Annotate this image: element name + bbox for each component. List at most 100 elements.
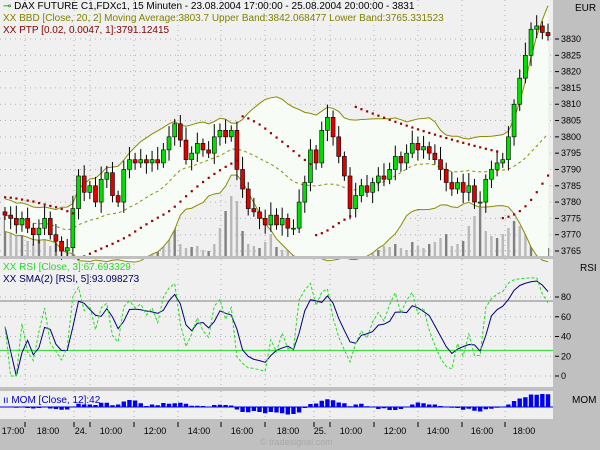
candle-body (342, 156, 347, 177)
sar-dot (241, 115, 244, 118)
sar-dot (496, 150, 499, 153)
mom-bar (53, 407, 59, 409)
mom-bar (449, 407, 455, 408)
candle-body (449, 182, 455, 190)
candle-body (404, 152, 409, 164)
mom-bar (48, 407, 53, 409)
sar-dot (128, 234, 131, 237)
rsi-tick-label: 0 (561, 371, 566, 381)
volume-bar (218, 228, 222, 256)
mom-bar (347, 406, 353, 407)
sar-dot (100, 247, 103, 250)
sar-dot (105, 245, 109, 248)
volume-bar (456, 244, 459, 256)
legend-mom[interactable]: ıı MOM [Close, 12]:42 (3, 395, 100, 407)
candle-body (217, 130, 223, 138)
price-tick-label: 3770 (561, 230, 581, 240)
volume-bar (280, 250, 284, 256)
candle-body (308, 149, 313, 183)
chart-window: 3765 3770 3775 3780 3785 3790 3795 3800 3805 3810… (0, 0, 600, 450)
volume-bar (450, 246, 454, 256)
price-tick-label: 3810 (561, 99, 581, 109)
candle-body (25, 218, 30, 229)
mom-bar (415, 402, 421, 407)
sar-dot (173, 205, 176, 208)
candle-body (477, 201, 483, 204)
sar-dot (179, 200, 182, 203)
mom-bar (132, 400, 138, 407)
volume-bar (473, 216, 476, 256)
sar-dot (399, 122, 403, 125)
rsi-panel-label: RSI (580, 263, 597, 274)
sar-dot (117, 239, 120, 243)
candle-body (438, 159, 443, 170)
legend-sma[interactable]: XX SMA(2) [RSI, 5]:93.098273 (3, 274, 139, 286)
price-tick-label: 3785 (561, 181, 581, 191)
volume-bar (49, 246, 52, 256)
legend-ptp[interactable]: XX PTP [0.02, 0.0047, 1]:3791.12415 (3, 25, 169, 37)
volume-bar (184, 248, 188, 256)
mom-bar (393, 407, 398, 410)
candle-body (234, 130, 240, 170)
legend-bbd[interactable]: XX BBD [Close, 20, 2] Moving Average:380… (3, 13, 444, 25)
sar-dot (60, 207, 63, 211)
sar-dot (20, 198, 24, 201)
sar-dot (32, 200, 35, 203)
mom-bar (489, 407, 494, 409)
candle-body (415, 143, 421, 151)
watermark: © tradesignal.com (260, 437, 333, 447)
rsi-text: RSI [Close, 3]:67.693329 (19, 262, 131, 273)
rsi-tick-label: 80 (561, 292, 571, 302)
candle-body (483, 178, 489, 203)
candle-body (387, 169, 392, 180)
candle-body (8, 214, 13, 219)
candle-body (245, 188, 251, 209)
candle-body (211, 136, 217, 154)
sar-dot (207, 176, 210, 179)
candle-body (70, 208, 76, 249)
rsi-prefix: XX (3, 262, 17, 273)
mom-bar (246, 407, 251, 413)
price-tick-label: 3820 (561, 67, 581, 77)
sar-dot (326, 229, 329, 232)
mom-text: MOM [Close, 12]:42 (11, 395, 101, 406)
candle-body (517, 77, 523, 105)
price-tick-label: 3800 (561, 132, 581, 142)
mom-bar (189, 405, 194, 407)
volume-bar (478, 201, 482, 256)
chart-canvas: 3765 3770 3775 3780 3785 3790 3795 3800 3805 3810… (0, 0, 581, 436)
volume-bar (512, 221, 516, 256)
candle-body (110, 172, 115, 196)
candle-body (251, 208, 257, 213)
candle-body (144, 159, 149, 164)
candle-body (161, 149, 166, 164)
candle-body (319, 130, 325, 164)
mom-bar (59, 407, 64, 410)
legend-rsi[interactable]: XX RSI [Close, 3]:67.693329 (3, 262, 131, 274)
candle-body (132, 159, 138, 164)
sar-dot (366, 110, 369, 113)
volume-bar (490, 236, 493, 256)
volume-bar (422, 248, 425, 256)
candle-body (223, 130, 228, 138)
mom-bar (330, 400, 336, 407)
candle-body (313, 149, 319, 164)
sar-dot (162, 213, 165, 216)
sar-dot (405, 124, 408, 127)
mom-bar (443, 407, 449, 408)
time-label: 18:00 (37, 426, 60, 436)
candle-body (489, 169, 494, 180)
sar-dot (139, 226, 142, 229)
sar-dot (247, 117, 250, 120)
candle-body (98, 178, 104, 203)
candle-body (545, 32, 551, 37)
sar-dot (428, 131, 431, 135)
volume-bar (190, 247, 193, 256)
mom-bar (178, 402, 183, 407)
sar-dot (252, 120, 256, 123)
sar-dot (473, 144, 476, 147)
sar-dot (292, 149, 295, 153)
price-tick-label: 3790 (561, 164, 581, 174)
candle-body (364, 185, 370, 193)
sar-dot (377, 114, 380, 117)
